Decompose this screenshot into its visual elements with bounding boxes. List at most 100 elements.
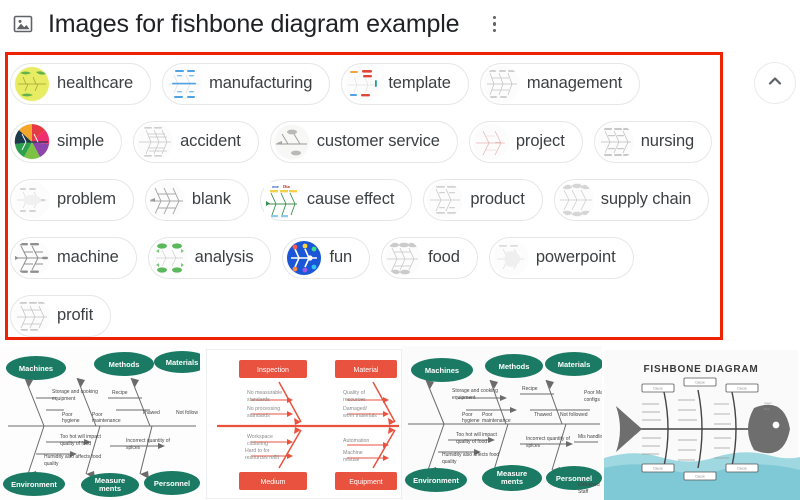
chip-label: powerpoint	[535, 248, 616, 266]
related-search-chip-problem[interactable]: problem	[10, 178, 134, 221]
svg-text:Personnel: Personnel	[154, 479, 190, 488]
svg-text:equipment: equipment	[52, 396, 76, 402]
svg-text:Too hot will impact: Too hot will impact	[60, 434, 101, 440]
svg-text:Cause: Cause	[737, 387, 747, 391]
image-result-2[interactable]: Inspection Material Medium Equipment No …	[206, 349, 402, 499]
chevron-up-icon	[765, 71, 785, 96]
svg-text:Material: Material	[354, 367, 379, 374]
related-search-chip-fun[interactable]: fun	[282, 236, 371, 279]
chip-label: project	[515, 132, 565, 150]
related-searches-chip-grid: healthcare manufacturing template managemen…	[10, 60, 716, 350]
thumb-blank-icon	[148, 181, 185, 218]
thumb-problem-icon	[14, 181, 50, 218]
svg-text:resources refill: resources refill	[245, 455, 279, 461]
page-header: Images for fishbone diagram example	[0, 0, 800, 48]
svg-text:ments: ments	[99, 484, 121, 493]
related-search-chip-simple[interactable]: simple	[10, 120, 123, 163]
svg-text:Cause: Cause	[737, 467, 747, 471]
svg-text:maintenance: maintenance	[482, 418, 511, 424]
related-search-chip-project[interactable]: project	[468, 120, 583, 163]
svg-text:Untrained: Untrained	[578, 482, 600, 488]
chip-label: management	[526, 74, 623, 92]
chip-label: template	[388, 74, 451, 92]
svg-text:FISHBONE DIAGRAM: FISHBONE DIAGRAM	[643, 364, 758, 375]
svg-text:quality of food: quality of food	[456, 439, 487, 445]
chip-label: profit	[57, 306, 94, 324]
related-search-chip-product[interactable]: product	[423, 178, 543, 221]
related-search-chip-powerpoint[interactable]: powerpoint	[488, 236, 634, 279]
thumb-accident-icon	[137, 123, 174, 160]
related-search-chip-analysis[interactable]: analysis	[147, 236, 272, 279]
thumb-manufacturing-icon	[166, 65, 203, 102]
related-search-chip-food[interactable]: food	[381, 236, 478, 279]
related-search-chip-blank[interactable]: blank	[144, 178, 249, 221]
image-result-3[interactable]: Machines Methods Materials Environment Mea…	[402, 346, 602, 500]
svg-text:Hard to for: Hard to for	[245, 448, 270, 454]
image-result-4[interactable]: FISHBONE DIAGRAM Cause Cause Cause Cause…	[602, 346, 800, 500]
chip-label: food	[428, 248, 460, 266]
svg-text:Machines: Machines	[19, 364, 53, 373]
svg-text:spices: spices	[126, 445, 141, 451]
related-search-chip-customer-service[interactable]: customer service	[269, 120, 458, 163]
svg-text:Incorrect quantity of: Incorrect quantity of	[526, 436, 571, 442]
svg-text:Workspace: Workspace	[247, 434, 273, 440]
related-search-chip-accident[interactable]: accident	[133, 120, 259, 163]
svg-text:Quality of: Quality of	[343, 390, 365, 396]
thumb-customer-service-icon	[273, 123, 310, 160]
related-search-chip-management[interactable]: management	[479, 62, 641, 105]
related-search-chip-healthcare[interactable]: healthcare	[10, 62, 152, 105]
image-icon	[13, 14, 33, 34]
chip-label: simple	[57, 132, 105, 150]
svg-text:standards: standards	[247, 397, 270, 403]
svg-text:Thawed: Thawed	[142, 410, 160, 416]
svg-text:misuse: misuse	[343, 457, 360, 463]
thumb-machine-icon	[14, 239, 50, 276]
svg-text:equipment: equipment	[452, 395, 476, 401]
thumb-simple-icon	[14, 123, 50, 160]
svg-text:worn materials: worn materials	[343, 413, 377, 419]
chip-label: manufacturing	[209, 74, 313, 92]
svg-text:Too hot will impact: Too hot will impact	[456, 432, 497, 438]
svg-text:No processing: No processing	[247, 406, 280, 412]
related-search-chip-template[interactable]: template	[341, 62, 469, 105]
thumb-supply-chain-icon	[557, 181, 594, 218]
image-search-results-page: Images for fishbone diagram example heal…	[0, 0, 800, 500]
svg-text:Machine: Machine	[343, 450, 363, 456]
chip-row: problem blank one Dia cause effect product sup…	[10, 176, 716, 223]
chip-label: accident	[180, 132, 241, 150]
related-search-chip-supply-chain[interactable]: supply chain	[553, 178, 710, 221]
thumb-healthcare-icon	[14, 65, 50, 102]
svg-text:Humidity also affects food: Humidity also affects food	[44, 454, 101, 460]
svg-text:maintenance: maintenance	[92, 418, 121, 424]
svg-text:cluttering: cluttering	[247, 441, 268, 447]
svg-text:Inspection: Inspection	[257, 367, 289, 374]
chip-row: profit	[10, 292, 716, 339]
svg-text:Equipment: Equipment	[349, 479, 383, 486]
more-options-icon[interactable]	[483, 12, 505, 36]
related-search-chip-manufacturing[interactable]: manufacturing	[162, 62, 331, 105]
thumb-fun-icon	[286, 239, 323, 276]
svg-text:Materials: Materials	[166, 358, 199, 367]
svg-text:Humidity also affects food: Humidity also affects food	[442, 452, 499, 458]
svg-text:spices: spices	[526, 443, 541, 449]
chip-label: product	[470, 190, 525, 208]
chip-label: cause effect	[306, 190, 395, 208]
thumb-food-icon	[385, 239, 422, 276]
svg-text:Automation: Automation	[343, 438, 369, 444]
related-search-chip-nursing[interactable]: nursing	[593, 120, 713, 163]
image-result-1[interactable]: Machines Methods Materials Environment Mea…	[0, 346, 200, 500]
chip-label: healthcare	[57, 74, 134, 92]
collapse-chips-button[interactable]	[754, 62, 796, 104]
svg-text:Not follow: Not follow	[176, 410, 198, 416]
thumb-nursing-icon	[597, 123, 634, 160]
image-results-strip: Machines Methods Materials Environment Mea…	[0, 346, 800, 500]
chip-label: nursing	[640, 132, 695, 150]
svg-text:configs: configs	[584, 397, 600, 403]
svg-text:Cause: Cause	[653, 387, 663, 391]
related-search-chip-machine[interactable]: machine	[10, 236, 137, 279]
thumb-product-icon	[427, 181, 464, 218]
svg-text:Incorrect quantity of: Incorrect quantity of	[126, 438, 171, 444]
svg-text:Damaged/: Damaged/	[343, 406, 367, 412]
related-search-chip-profit[interactable]: profit	[10, 294, 112, 337]
related-search-chip-cause-effect[interactable]: one Dia cause effect	[259, 178, 413, 221]
